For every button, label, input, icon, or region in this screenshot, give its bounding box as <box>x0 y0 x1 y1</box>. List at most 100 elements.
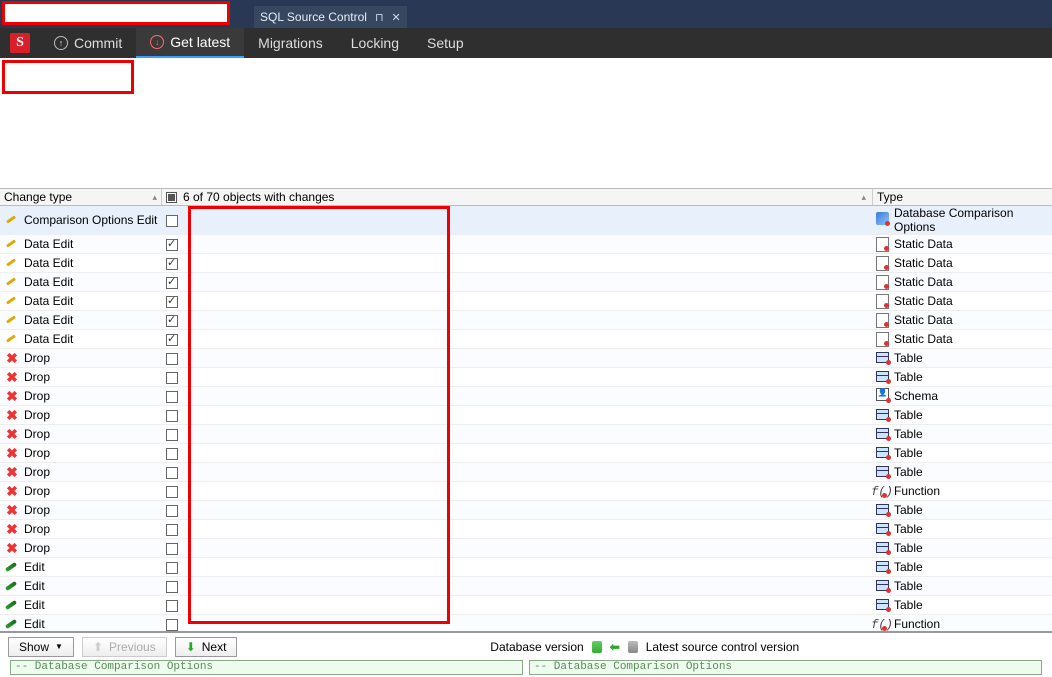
grid-header: Change type ▴ 6 of 70 objects with chang… <box>0 188 1052 206</box>
tab-migrations[interactable]: Migrations <box>244 28 337 58</box>
table-row[interactable]: Data Edit Static Data <box>0 311 1052 330</box>
change-type-cell: Drop <box>24 387 162 406</box>
table-icon <box>876 352 889 363</box>
edit-icon <box>5 332 19 346</box>
delete-icon: ✖ <box>6 426 18 442</box>
row-checkbox[interactable] <box>166 239 178 251</box>
object-type-cell: Database Comparison Options <box>894 206 1052 235</box>
row-checkbox[interactable] <box>166 581 178 593</box>
diff-strip: -- Database Comparison Options -- Databa… <box>0 660 1052 675</box>
static-data-icon <box>875 237 889 251</box>
row-checkbox[interactable] <box>166 334 178 346</box>
edit-icon <box>5 598 19 612</box>
row-checkbox[interactable] <box>166 372 178 384</box>
select-all-checkbox[interactable] <box>166 192 177 203</box>
object-type-cell: Function <box>894 482 1052 501</box>
object-type-cell: Static Data <box>894 254 1052 273</box>
table-icon <box>876 599 889 610</box>
row-checkbox[interactable] <box>166 353 178 365</box>
table-row[interactable]: ✖DropTable <box>0 406 1052 425</box>
delete-icon: ✖ <box>6 407 18 423</box>
object-name-cell <box>182 235 870 254</box>
row-checkbox[interactable] <box>166 296 178 308</box>
change-type-cell: Data Edit <box>24 273 162 292</box>
row-checkbox[interactable] <box>166 258 178 270</box>
change-type-cell: Drop <box>24 501 162 520</box>
row-checkbox[interactable] <box>166 486 178 498</box>
change-type-cell: Edit <box>24 577 162 596</box>
row-checkbox[interactable] <box>166 600 178 612</box>
close-icon[interactable]: ✕ <box>392 11 401 24</box>
table-row[interactable]: EditTable <box>0 577 1052 596</box>
table-row[interactable]: ✖DropTable <box>0 349 1052 368</box>
table-row[interactable]: ✖DropTable <box>0 444 1052 463</box>
column-header-type[interactable]: Type <box>872 189 1052 205</box>
table-row[interactable]: EditTable <box>0 558 1052 577</box>
tab-commit-label: Commit <box>74 35 122 51</box>
table-row[interactable]: Data EditStatic Data <box>0 292 1052 311</box>
delete-icon: ✖ <box>6 350 18 366</box>
table-row[interactable]: Data EditStatic Data <box>0 254 1052 273</box>
tab-get-latest[interactable]: ↓ Get latest <box>136 28 244 58</box>
schema-icon <box>876 388 889 401</box>
change-type-cell: Edit <box>24 596 162 615</box>
row-checkbox[interactable] <box>166 215 178 227</box>
pin-icon[interactable]: ⊓ <box>375 11 384 24</box>
static-data-icon <box>875 313 889 327</box>
column-header-objects[interactable]: 6 of 70 objects with changes <box>162 189 872 205</box>
row-checkbox[interactable] <box>166 467 178 479</box>
table-row[interactable]: Data EditStatic Data <box>0 330 1052 349</box>
table-row[interactable]: Editf()Function <box>0 615 1052 633</box>
options-icon <box>876 212 889 225</box>
change-type-cell: Edit <box>24 558 162 577</box>
table-row[interactable]: ✖DropTable <box>0 463 1052 482</box>
static-data-icon <box>875 256 889 270</box>
change-type-cell: Drop <box>24 520 162 539</box>
table-row[interactable]: ✖DropTable <box>0 368 1052 387</box>
row-checkbox[interactable] <box>166 315 178 327</box>
table-row[interactable]: ✖DropTable <box>0 501 1052 520</box>
tab-setup[interactable]: Setup <box>413 28 478 58</box>
database-icon <box>628 641 638 653</box>
row-checkbox[interactable] <box>166 543 178 555</box>
row-checkbox[interactable] <box>166 505 178 517</box>
tab-commit[interactable]: ↑ Commit <box>40 28 136 58</box>
column-header-change-type[interactable]: Change type ▴ <box>0 189 162 205</box>
delete-icon: ✖ <box>6 464 18 480</box>
row-checkbox[interactable] <box>166 448 178 460</box>
delete-icon: ✖ <box>6 483 18 499</box>
tab-locking[interactable]: Locking <box>337 28 413 58</box>
edit-icon <box>5 617 19 631</box>
table-row[interactable]: Comparison Options Edit Database Comparis… <box>0 206 1052 235</box>
row-checkbox[interactable] <box>166 429 178 441</box>
show-button[interactable]: Show ▼ <box>8 637 74 657</box>
table-row[interactable]: EditTable <box>0 596 1052 615</box>
latest-version-label: Latest source control version <box>646 640 799 654</box>
object-type-cell: Table <box>894 539 1052 558</box>
change-type-cell: Data Edit <box>24 330 162 349</box>
row-checkbox[interactable] <box>166 277 178 289</box>
document-tab[interactable]: SQL Source Control ⊓ ✕ <box>254 6 407 28</box>
table-row[interactable]: ✖DropSchema <box>0 387 1052 406</box>
table-row[interactable]: ✖DropTable <box>0 520 1052 539</box>
table-row[interactable]: ✖DropTable <box>0 539 1052 558</box>
change-type-cell: Drop <box>24 539 162 558</box>
change-type-cell: Drop <box>24 425 162 444</box>
table-row[interactable]: Data EditStatic Data <box>0 235 1052 254</box>
change-type-cell: Comparison Options Edit <box>24 206 162 235</box>
row-checkbox[interactable] <box>166 391 178 403</box>
row-checkbox[interactable] <box>166 619 178 631</box>
table-row[interactable]: ✖Dropf()Function <box>0 482 1052 501</box>
change-type-cell: Drop <box>24 368 162 387</box>
row-checkbox[interactable] <box>166 524 178 536</box>
database-icon <box>592 641 602 653</box>
row-checkbox[interactable] <box>166 562 178 574</box>
change-type-cell: Data Edit <box>24 311 162 330</box>
row-checkbox[interactable] <box>166 410 178 422</box>
table-row[interactable]: ✖DropTable <box>0 425 1052 444</box>
object-name-cell <box>182 444 870 463</box>
next-button[interactable]: ⬇ Next <box>175 637 238 657</box>
object-type-cell: Static Data <box>894 311 1052 330</box>
table-row[interactable]: Data EditStatic Data <box>0 273 1052 292</box>
header-area <box>0 58 1052 188</box>
